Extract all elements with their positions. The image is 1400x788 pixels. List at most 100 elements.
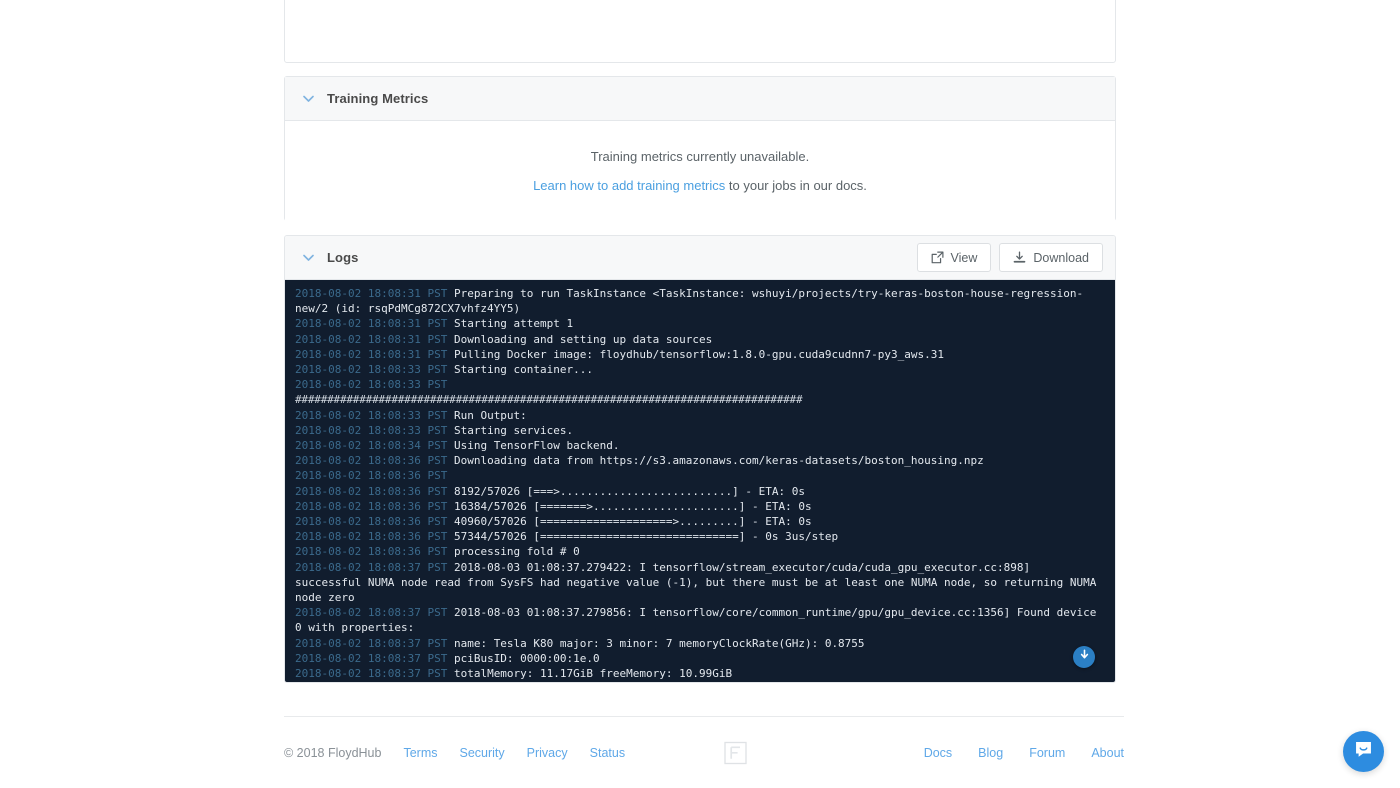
log-timestamp: 2018-08-02 18:08:37 PST [295, 606, 454, 620]
log-line: 2018-08-02 18:08:37 PST 2018-08-03 01:08… [295, 560, 1101, 606]
log-line: 2018-08-02 18:08:36 PST [295, 468, 1101, 483]
log-timestamp: 2018-08-02 18:08:36 PST [295, 469, 454, 483]
arrow-down-circle-icon [1078, 648, 1091, 666]
log-timestamp: 2018-08-02 18:08:33 PST [295, 363, 454, 377]
log-timestamp: 2018-08-02 18:08:31 PST [295, 317, 454, 331]
download-icon [1013, 251, 1026, 264]
intercom-launcher-button[interactable] [1343, 731, 1384, 772]
footer-right-links: Docs Blog Forum About [924, 746, 1124, 760]
log-timestamp: 2018-08-02 18:08:33 PST [295, 408, 454, 422]
chevron-down-icon[interactable] [301, 251, 315, 265]
log-timestamp: 2018-08-02 18:08:37 PST [295, 636, 454, 650]
log-timestamp: 2018-08-02 18:08:31 PST [295, 287, 454, 300]
training-metrics-header[interactable]: Training Metrics [285, 77, 1115, 121]
download-logs-button[interactable]: Download [999, 243, 1103, 272]
log-message: name: Tesla K80 major: 3 minor: 7 memory… [453, 636, 865, 650]
training-metrics-help-suffix: to your jobs in our docs. [725, 178, 867, 193]
log-line: 2018-08-02 18:08:33 PST Run Output: [295, 408, 1101, 423]
download-logs-label: Download [1033, 250, 1089, 265]
log-output[interactable]: 2018-08-02 18:08:31 PST Preparing to run… [285, 280, 1115, 683]
log-line: 2018-08-02 18:08:37 PST 2018-08-03 01:08… [295, 605, 1101, 635]
log-message: Starting attempt 1 [453, 317, 574, 331]
log-timestamp: 2018-08-02 18:08:36 PST [295, 499, 454, 513]
log-message: 57344/57026 [===========================… [453, 530, 839, 544]
log-line: 2018-08-02 18:08:37 PST 2018-08-03 01:08… [295, 681, 1101, 683]
log-message: Pulling Docker image: floydhub/tensorflo… [453, 347, 945, 361]
log-timestamp: 2018-08-02 18:08:37 PST [295, 651, 454, 665]
log-message: Downloading and setting up data sources [453, 332, 713, 346]
log-message: Run Output: [453, 408, 527, 422]
log-line: 2018-08-02 18:08:37 PST name: Tesla K80 … [295, 636, 1101, 651]
footer-inner: © 2018 FloydHub Terms Security Privacy Stat… [284, 741, 1124, 764]
log-line: 2018-08-02 18:08:37 PST totalMemory: 11.… [295, 666, 1101, 681]
log-message: pciBusID: 0000:00:1e.0 [453, 651, 600, 665]
log-line: 2018-08-02 18:08:33 PST Starting service… [295, 423, 1101, 438]
footer-link-about[interactable]: About [1091, 746, 1124, 760]
log-timestamp: 2018-08-02 18:08:31 PST [295, 347, 454, 361]
log-line: 2018-08-02 18:08:33 PST [295, 377, 1101, 392]
sparkline-cpu [303, 0, 543, 36]
training-metrics-docs-link[interactable]: Learn how to add training metrics [533, 178, 725, 193]
log-message: processing fold # 0 [453, 545, 580, 559]
training-metrics-body: Training metrics currently unavailable. … [285, 121, 1115, 221]
logs-actions: View Download [916, 243, 1103, 272]
log-line: 2018-08-02 18:08:36 PST 40960/57026 [===… [295, 514, 1101, 529]
log-timestamp: 2018-08-02 18:08:31 PST [295, 332, 454, 346]
footer-link-docs[interactable]: Docs [924, 746, 952, 760]
log-timestamp: 2018-08-02 18:08:34 PST [295, 439, 454, 453]
log-line: 2018-08-02 18:08:34 PST Using TensorFlow… [295, 438, 1101, 453]
log-message: 40960/57026 [====================>......… [453, 515, 812, 529]
sparkline-row [285, 0, 1117, 64]
log-line: 2018-08-02 18:08:31 PST Preparing to run… [295, 286, 1101, 316]
log-timestamp: 2018-08-02 18:08:33 PST [295, 423, 454, 437]
view-logs-button[interactable]: View [916, 243, 992, 272]
log-timestamp: 2018-08-02 18:08:36 PST [295, 545, 454, 559]
footer-link-terms[interactable]: Terms [403, 746, 437, 760]
chevron-down-icon[interactable] [301, 92, 315, 106]
log-timestamp: 2018-08-02 18:08:37 PST [295, 667, 454, 681]
logs-header: Logs View Download [285, 236, 1115, 280]
intercom-messenger-icon [1353, 739, 1374, 765]
log-line: 2018-08-02 18:08:36 PST 16384/57026 [===… [295, 499, 1101, 514]
logs-card: Logs View Download 2018-08-02 18:08:31 P… [284, 235, 1116, 683]
training-metrics-card: Training Metrics Training metrics curren… [284, 76, 1116, 221]
floydhub-logo-icon [724, 741, 747, 764]
log-message: 2018-08-03 01:08:37.279902: I tensorflow… [295, 682, 1063, 683]
footer-link-blog[interactable]: Blog [978, 746, 1003, 760]
site-footer: © 2018 FloydHub Terms Security Privacy Stat… [284, 716, 1124, 788]
log-separator: ########################################… [295, 393, 803, 407]
training-metrics-empty-message: Training metrics currently unavailable. [590, 149, 810, 164]
view-logs-label: View [950, 250, 978, 265]
footer-link-forum[interactable]: Forum [1029, 746, 1065, 760]
training-metrics-title: Training Metrics [327, 91, 429, 106]
log-line: 2018-08-02 18:08:31 PST Downloading and … [295, 332, 1101, 347]
log-message: Starting services. [453, 423, 574, 437]
log-line: 2018-08-02 18:08:36 PST Downloading data… [295, 453, 1101, 468]
log-line: 2018-08-02 18:08:36 PST 8192/57026 [===>… [295, 484, 1101, 499]
scroll-to-bottom-button[interactable] [1073, 646, 1095, 668]
log-line: 2018-08-02 18:08:37 PST pciBusID: 0000:0… [295, 651, 1101, 666]
log-line: ########################################… [295, 392, 1101, 407]
footer-link-security[interactable]: Security [460, 746, 505, 760]
job-detail-page: Training Metrics Training metrics curren… [0, 0, 1400, 788]
log-line: 2018-08-02 18:08:31 PST Pulling Docker i… [295, 347, 1101, 362]
log-message: Using TensorFlow backend. [453, 439, 620, 453]
footer-link-privacy[interactable]: Privacy [527, 746, 568, 760]
log-timestamp: 2018-08-02 18:08:36 PST [295, 515, 454, 529]
logs-header-left[interactable]: Logs [301, 250, 358, 265]
log-message: totalMemory: 11.17GiB freeMemory: 10.99G… [453, 667, 733, 681]
log-timestamp: 2018-08-02 18:08:33 PST [295, 378, 454, 392]
log-message: 8192/57026 [===>........................… [453, 484, 805, 498]
logs-title: Logs [327, 250, 359, 265]
log-line: 2018-08-02 18:08:36 PST processing fold … [295, 544, 1101, 559]
footer-link-status[interactable]: Status [590, 746, 625, 760]
log-message: Starting container... [453, 363, 594, 377]
log-message: Downloading data from https://s3.amazona… [453, 454, 984, 468]
training-metrics-help-text: Learn how to add training metrics to you… [533, 178, 867, 193]
log-timestamp: 2018-08-02 18:08:36 PST [295, 454, 454, 468]
log-timestamp: 2018-08-02 18:08:36 PST [295, 484, 454, 498]
external-link-icon [931, 251, 944, 264]
log-line: 2018-08-02 18:08:31 PST Starting attempt… [295, 316, 1101, 331]
log-message: 16384/57026 [=======>...................… [453, 499, 812, 513]
log-console[interactable]: 2018-08-02 18:08:31 PST Preparing to run… [285, 280, 1115, 683]
